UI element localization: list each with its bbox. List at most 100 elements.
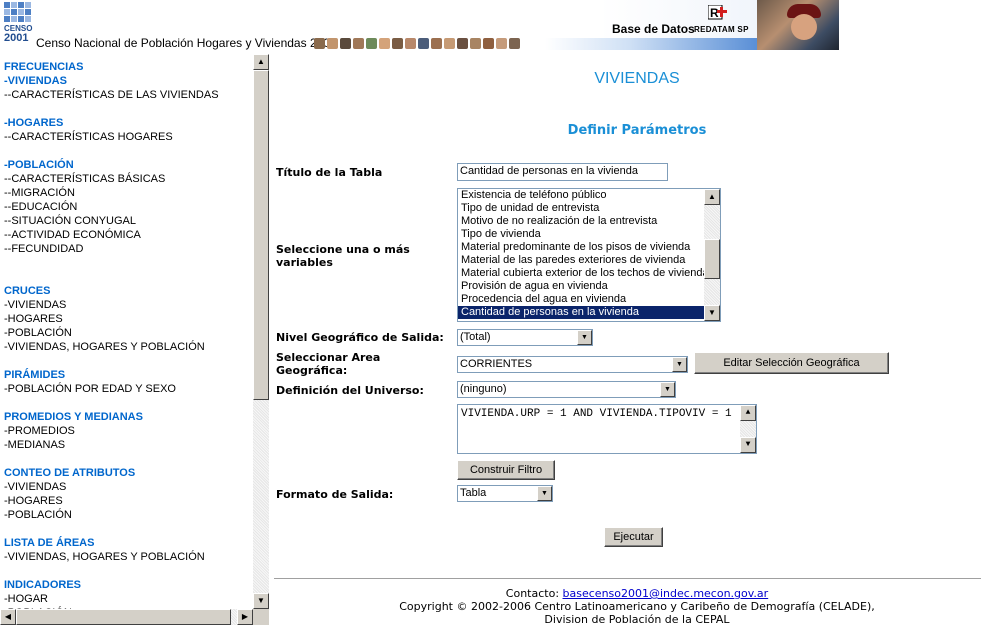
sidebar-item[interactable]: --CARACTERÍSTICAS HOGARES: [4, 130, 253, 144]
contact-label: Contacto:: [505, 587, 560, 600]
variable-option[interactable]: Procedencia del agua en vivienda: [458, 293, 704, 306]
sidebar-section-title[interactable]: CRUCES: [4, 284, 253, 298]
universo-expression-textarea[interactable]: VIVIENDA.URP = 1 AND VIVIENDA.TIPOVIV = …: [457, 404, 757, 454]
area-label: Seleccionar Area Geográfica:: [276, 351, 381, 377]
header-title: Censo Nacional de Población Hogares y Vi…: [36, 36, 337, 50]
variable-option[interactable]: Material cubierta exterior de los techos…: [458, 267, 704, 280]
sidebar-item[interactable]: --ACTIVIDAD ECONÓMICA: [4, 228, 253, 242]
variable-option[interactable]: Motivo de no realización de la entrevist…: [458, 215, 704, 228]
scroll-up-arrow-icon[interactable]: ▲: [253, 54, 269, 70]
nivel-select-value: (Total): [460, 331, 491, 343]
variables-list: Existencia de teléfono público Tipo de un…: [458, 189, 720, 319]
titulo-label: Título de la Tabla: [276, 166, 383, 179]
sidebar-section-title[interactable]: FRECUENCIAS: [4, 60, 253, 74]
sidebar-item[interactable]: -VIVIENDAS, HOGARES Y POBLACIÓN: [4, 340, 253, 354]
sidebar-item[interactable]: -HOGARES: [4, 312, 253, 326]
area-select[interactable]: CORRIENTES ▼: [457, 356, 688, 373]
sidebar-item[interactable]: --CARACTERÍSTICAS DE LAS VIVIENDAS: [4, 88, 253, 102]
chevron-down-icon[interactable]: ▼: [672, 357, 687, 372]
variable-option[interactable]: Material de las paredes exteriores de vi…: [458, 254, 704, 267]
sidebar-item[interactable]: -HOGAR: [4, 592, 253, 606]
sidebar-item[interactable]: -PROMEDIOS: [4, 424, 253, 438]
list-scroll-thumb[interactable]: [704, 239, 720, 279]
footer: Contacto: basecenso2001@indec.mecon.gov.…: [272, 587, 981, 626]
list-scroll-up-icon[interactable]: ▲: [704, 189, 720, 205]
sidebar-item[interactable]: -VIVIENDAS: [4, 480, 253, 494]
sidebar-item[interactable]: -POBLACIÓN: [4, 158, 253, 172]
sidebar-section-title[interactable]: LISTA DE ÁREAS: [4, 536, 253, 550]
variable-option[interactable]: Tipo de unidad de entrevista: [458, 202, 704, 215]
nivel-label: Nivel Geográfico de Salida:: [276, 331, 444, 344]
chevron-down-icon[interactable]: ▼: [660, 382, 675, 397]
sidebar-item[interactable]: -MEDIANAS: [4, 438, 253, 452]
redatam-logo: R REDATAM SP: [694, 5, 748, 35]
page-title: VIVIENDAS: [594, 70, 680, 87]
left-nav-vertical-scrollbar[interactable]: ▲ ▼: [253, 54, 269, 609]
formato-label: Formato de Salida:: [276, 488, 394, 501]
sidebar-section-title[interactable]: PROMEDIOS Y MEDIANAS: [4, 410, 253, 424]
variable-option[interactable]: Existencia de teléfono público: [458, 189, 704, 202]
variables-listbox[interactable]: Existencia de teléfono público Tipo de un…: [457, 188, 721, 322]
list-scroll-down-icon[interactable]: ▼: [704, 305, 720, 321]
scroll-thumb[interactable]: [253, 70, 269, 400]
page-subtitle: Definir Parámetros: [567, 123, 707, 138]
sidebar-section-title[interactable]: PIRÁMIDES: [4, 368, 253, 382]
sidebar-item[interactable]: -VIVIENDAS: [4, 298, 253, 312]
header-blue-band: [545, 38, 757, 50]
variables-label: Seleccione una o más variables: [276, 243, 410, 269]
editar-seleccion-button[interactable]: Editar Selección Geográfica: [694, 352, 889, 374]
formato-select[interactable]: Tabla ▼: [457, 485, 553, 502]
textarea-scrollbar[interactable]: ▲ ▼: [740, 405, 756, 453]
universo-select[interactable]: (ninguno) ▼: [457, 381, 676, 398]
redatam-icon: R: [708, 5, 727, 20]
sidebar-section-title[interactable]: CONTEO DE ATRIBUTOS: [4, 466, 253, 480]
sidebar-item[interactable]: --FECUNDIDAD: [4, 242, 253, 256]
titulo-input[interactable]: Cantidad de personas en la vivienda: [457, 163, 668, 181]
header-banner: CENSO 2001 Censo Nacional de Población H…: [0, 0, 981, 52]
left-nav-menu: FRECUENCIAS -VIVIENDAS --CARACTERÍSTICAS D…: [0, 54, 253, 609]
sidebar-item[interactable]: -POBLACIÓN: [4, 508, 253, 522]
sidebar-item[interactable]: -POBLACIÓN: [4, 326, 253, 340]
sidebar-item[interactable]: -VIVIENDAS, HOGARES Y POBLACIÓN: [4, 550, 253, 564]
censo-logo: CENSO 2001: [4, 2, 34, 50]
textarea-scroll-up-icon[interactable]: ▲: [740, 405, 756, 421]
variable-option[interactable]: Cantidad de personas en la vivienda: [458, 306, 704, 319]
sidebar-item[interactable]: -VIVIENDAS: [4, 74, 253, 88]
scrollbar-corner: [253, 609, 269, 625]
logo-year-text: 2001: [4, 32, 29, 44]
sidebar-item[interactable]: --SITUACIÓN CONYUGAL: [4, 214, 253, 228]
left-nav-horizontal-scrollbar[interactable]: ◀ ▶: [0, 609, 253, 625]
contact-email-link[interactable]: basecenso2001@indec.mecon.gov.ar: [563, 587, 769, 600]
ejecutar-button[interactable]: Ejecutar: [604, 527, 663, 547]
footer-divider: [274, 578, 981, 580]
formato-select-value: Tabla: [460, 487, 487, 499]
sidebar-item[interactable]: --MIGRACIÓN: [4, 186, 253, 200]
variable-option[interactable]: Tipo de vivienda: [458, 228, 704, 241]
sidebar-item[interactable]: -HOGARES: [4, 116, 253, 130]
sidebar-item[interactable]: --CARACTERÍSTICAS BÁSICAS: [4, 172, 253, 186]
sidebar-section-title[interactable]: INDICADORES: [4, 578, 253, 592]
division-text: Division de Población de la CEPAL: [544, 613, 730, 626]
scroll-left-arrow-icon[interactable]: ◀: [0, 609, 16, 625]
variable-option[interactable]: Material predominante de los pisos de vi…: [458, 241, 704, 254]
chevron-down-icon[interactable]: ▼: [537, 486, 552, 501]
area-select-value: CORRIENTES: [460, 358, 533, 370]
left-nav-frame: FRECUENCIAS -VIVIENDAS --CARACTERÍSTICAS D…: [0, 54, 270, 627]
universo-expression-text: VIVIENDA.URP = 1 AND VIVIENDA.TIPOVIV = …: [461, 408, 732, 420]
sidebar-item[interactable]: -POBLACIÓN POR EDAD Y SEXO: [4, 382, 253, 396]
sidebar-item[interactable]: -HOGARES: [4, 494, 253, 508]
variable-option[interactable]: Provisión de agua en vivienda: [458, 280, 704, 293]
textarea-scroll-down-icon[interactable]: ▼: [740, 437, 756, 453]
horizontal-scroll-thumb[interactable]: [16, 609, 231, 625]
construir-filtro-button[interactable]: Construir Filtro: [457, 460, 555, 480]
copyright-text: Copyright © 2002-2006 Centro Latinoameri…: [399, 600, 875, 613]
redatam-text: REDATAM SP: [694, 25, 749, 34]
nivel-select[interactable]: (Total) ▼: [457, 329, 593, 346]
variables-list-scrollbar[interactable]: ▲ ▼: [704, 189, 720, 321]
sidebar-item[interactable]: --EDUCACIÓN: [4, 200, 253, 214]
chevron-down-icon[interactable]: ▼: [577, 330, 592, 345]
universo-label: Definición del Universo:: [276, 384, 424, 397]
scroll-down-arrow-icon[interactable]: ▼: [253, 593, 269, 609]
universo-select-value: (ninguno): [460, 383, 507, 395]
scroll-right-arrow-icon[interactable]: ▶: [237, 609, 253, 625]
